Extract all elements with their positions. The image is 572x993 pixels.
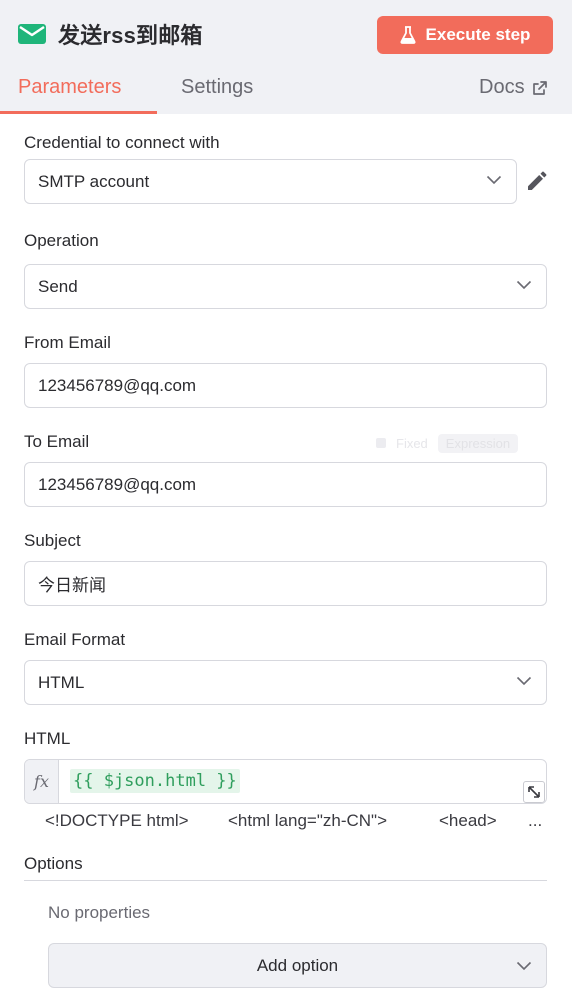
active-tab-indicator: [0, 111, 157, 114]
operation-value: Send: [38, 276, 78, 296]
pencil-icon[interactable]: [525, 169, 549, 193]
toggle-fixed[interactable]: Fixed: [396, 436, 428, 451]
html-expression-editor[interactable]: fx {{ $json.html }}: [24, 759, 547, 804]
node-title-row: 发送rss到邮箱: [18, 14, 203, 54]
to-email-value: 123456789@qq.com: [38, 474, 197, 494]
options-divider: [24, 880, 547, 881]
email-format-select[interactable]: HTML: [24, 660, 547, 705]
subject-label: Subject: [24, 531, 81, 550]
fixed-expression-toggle[interactable]: Fixed Expression: [376, 432, 546, 454]
preview-item: <html lang="zh-CN">: [228, 811, 388, 830]
tab-settings[interactable]: Settings: [181, 76, 253, 99]
chevron-down-icon: [516, 280, 532, 290]
html-preview: <!DOCTYPE html> <html lang="zh-CN"> <hea…: [45, 811, 555, 833]
email-format-label: Email Format: [24, 630, 126, 649]
add-option-button[interactable]: Add option: [48, 943, 547, 988]
html-expression-value[interactable]: {{ $json.html }}: [70, 769, 240, 793]
expand-editor-button[interactable]: [523, 781, 545, 803]
node-title[interactable]: 发送rss到邮箱: [58, 18, 203, 50]
tab-docs[interactable]: Docs: [479, 76, 547, 99]
no-properties-text: No properties: [48, 903, 151, 922]
chevron-down-icon: [516, 676, 532, 686]
from-email-label: From Email: [24, 333, 111, 352]
to-email-label: To Email: [24, 432, 90, 451]
external-link-icon: [532, 80, 547, 95]
execute-step-button[interactable]: Execute step: [377, 16, 553, 54]
fx-icon: fx: [25, 760, 59, 803]
subject-input[interactable]: 今日新闻: [24, 561, 547, 606]
html-label: HTML: [24, 729, 71, 748]
operation-select[interactable]: Send: [24, 264, 547, 309]
preview-item: <!DOCTYPE html>: [45, 811, 189, 830]
operation-label: Operation: [24, 231, 99, 250]
preview-item: <head>: [439, 811, 497, 830]
add-option-label: Add option: [256, 955, 339, 975]
execute-step-label: Execute step: [425, 25, 531, 44]
tab-parameters[interactable]: Parameters: [18, 76, 121, 99]
chevron-down-icon: [516, 961, 532, 971]
credential-value: SMTP account: [38, 171, 150, 191]
toggle-handle-icon: [376, 438, 386, 448]
node-header: 发送rss到邮箱 Execute step Parameters Setting…: [0, 0, 572, 114]
from-email-input[interactable]: 123456789@qq.com: [24, 363, 547, 408]
envelope-icon: [18, 24, 46, 44]
options-label: Options: [24, 854, 83, 873]
flask-icon: [400, 26, 416, 44]
tab-docs-label: Docs: [479, 76, 525, 98]
tab-bar: Parameters Settings Docs: [0, 72, 572, 114]
from-email-value: 123456789@qq.com: [38, 375, 197, 395]
email-format-value: HTML: [38, 672, 85, 692]
toggle-expression[interactable]: Expression: [437, 433, 519, 453]
to-email-input[interactable]: 123456789@qq.com: [24, 462, 547, 507]
credential-select[interactable]: SMTP account: [24, 159, 517, 204]
credential-label: Credential to connect with: [24, 133, 220, 152]
expand-icon: [528, 786, 540, 798]
subject-value: 今日新闻: [38, 576, 106, 595]
preview-item: ...: [528, 811, 543, 830]
chevron-down-icon: [486, 175, 502, 185]
